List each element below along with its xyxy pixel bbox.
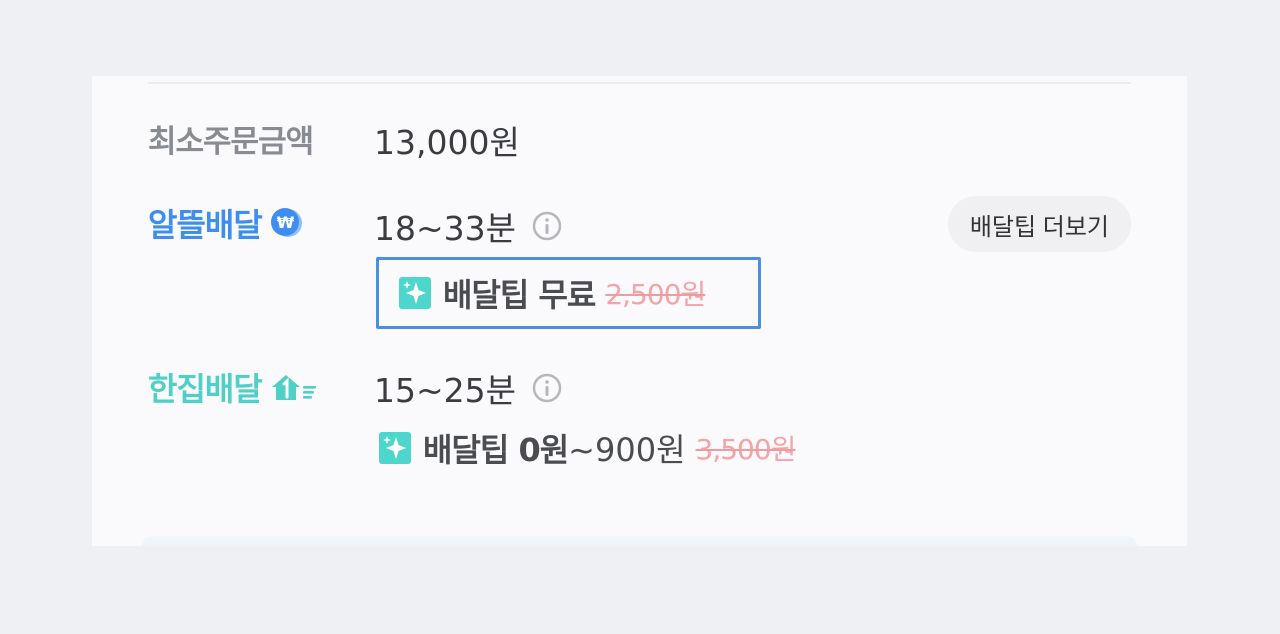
sparkle-icon xyxy=(379,432,411,464)
min-order-value: 13,000원 xyxy=(374,123,520,162)
min-order-label: 최소주문금액 xyxy=(148,124,314,160)
saver-delivery-title: 알뜰배달 xyxy=(148,206,263,244)
single-delivery-label: 한집배달 xyxy=(148,364,320,410)
bottom-banner-edge xyxy=(142,536,1137,546)
delivery-info-card: 최소주문금액 13,000원 알뜰배달 ₩ 18~33분 배달팁 더보기 배달팁… xyxy=(92,76,1187,546)
delivery-tip-more-button[interactable]: 배달팁 더보기 xyxy=(947,196,1131,252)
single-delivery-time: 15~25분 xyxy=(374,371,516,410)
saver-delivery-tip-text: 배달팁 무료 xyxy=(443,276,596,314)
saver-delivery-time-row: 18~33분 xyxy=(374,202,562,250)
info-icon[interactable] xyxy=(532,211,562,241)
single-delivery-tip-row: 배달팁 0원 ~900원 3,500원 xyxy=(379,425,797,471)
single-delivery-tip-range: ~900원 xyxy=(568,431,686,469)
won-coin-icon: ₩ xyxy=(268,206,306,240)
saver-delivery-time: 18~33분 xyxy=(374,209,516,248)
saver-delivery-original-tip: 2,500원 xyxy=(605,278,706,311)
sparkle-icon xyxy=(399,277,431,309)
saver-delivery-label: 알뜰배달 ₩ xyxy=(148,200,306,246)
single-delivery-tip-text: 배달팁 0원 xyxy=(423,431,569,469)
info-icon[interactable] xyxy=(532,373,562,403)
top-divider xyxy=(148,82,1131,84)
single-delivery-original-tip: 3,500원 xyxy=(695,433,797,466)
saver-delivery-tip-row: 배달팁 무료 2,500원 xyxy=(376,257,761,329)
house-fast-icon xyxy=(268,370,320,404)
single-delivery-title: 한집배달 xyxy=(148,370,263,408)
single-delivery-time-row: 15~25분 xyxy=(374,364,562,412)
svg-text:₩: ₩ xyxy=(276,213,294,232)
